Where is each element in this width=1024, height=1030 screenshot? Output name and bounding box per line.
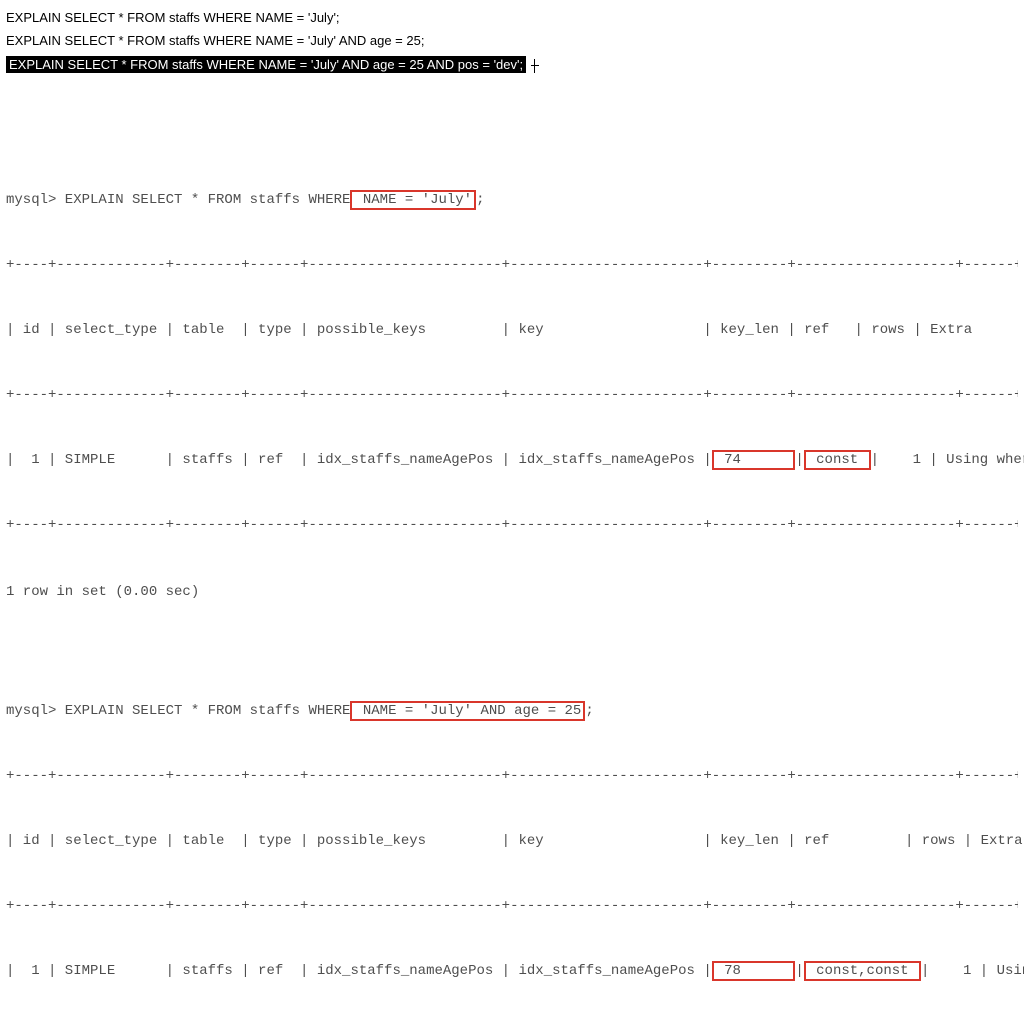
query-line-3-highlight[interactable]: EXPLAIN SELECT * FROM staffs WHERE NAME … <box>6 56 526 73</box>
table-sep: +----+-------------+--------+------+----… <box>6 766 1018 788</box>
table-row: | 1 | SIMPLE | staffs | ref | idx_staffs… <box>6 961 1018 983</box>
prompt-suffix: ; <box>585 703 593 719</box>
table-row: | 1 | SIMPLE | staffs | ref | idx_staffs… <box>6 450 1018 472</box>
table-sep: +----+-------------+--------+------+----… <box>6 515 1018 537</box>
prompt-prefix: mysql> EXPLAIN SELECT * FROM staffs WHER… <box>6 703 350 719</box>
mysql-prompt-1: mysql> EXPLAIN SELECT * FROM staffs WHER… <box>6 190 1018 212</box>
mysql-prompt-2: mysql> EXPLAIN SELECT * FROM staffs WHER… <box>6 701 1018 723</box>
key-len-highlight-1: 74 <box>712 450 796 470</box>
ref-highlight-2: const,const <box>804 961 921 981</box>
table-header-1: | id | select_type | table | type | poss… <box>6 320 1018 342</box>
table-sep: +----+-------------+--------+------+----… <box>6 896 1018 918</box>
where-clause-highlight-1: NAME = 'July' <box>350 190 476 210</box>
query-line-3-container: EXPLAIN SELECT * FROM staffs WHERE NAME … <box>6 56 1018 73</box>
ref-highlight-1: const <box>804 450 871 470</box>
table-sep: +----+-------------+--------+------+----… <box>6 385 1018 407</box>
query-line-1: EXPLAIN SELECT * FROM staffs WHERE NAME … <box>6 10 1018 25</box>
table-sep: +----+-------------+--------+------+----… <box>6 255 1018 277</box>
key-len-highlight-2: 78 <box>712 961 796 981</box>
prompt-prefix: mysql> EXPLAIN SELECT * FROM staffs WHER… <box>6 192 350 208</box>
prompt-suffix: ; <box>476 192 484 208</box>
where-clause-highlight-2: NAME = 'July' AND age = 25 <box>350 701 585 721</box>
table-header-2: | id | select_type | table | type | poss… <box>6 831 1018 853</box>
query-list: EXPLAIN SELECT * FROM staffs WHERE NAME … <box>6 10 1018 73</box>
rows-in-set-1: 1 row in set (0.00 sec) <box>6 582 1018 604</box>
terminal-output: mysql> EXPLAIN SELECT * FROM staffs WHER… <box>6 101 1018 1030</box>
table-sep: +----+-------------+--------+------+----… <box>6 1026 1018 1030</box>
query-line-2: EXPLAIN SELECT * FROM staffs WHERE NAME … <box>6 33 1018 48</box>
text-cursor-icon <box>534 59 536 73</box>
